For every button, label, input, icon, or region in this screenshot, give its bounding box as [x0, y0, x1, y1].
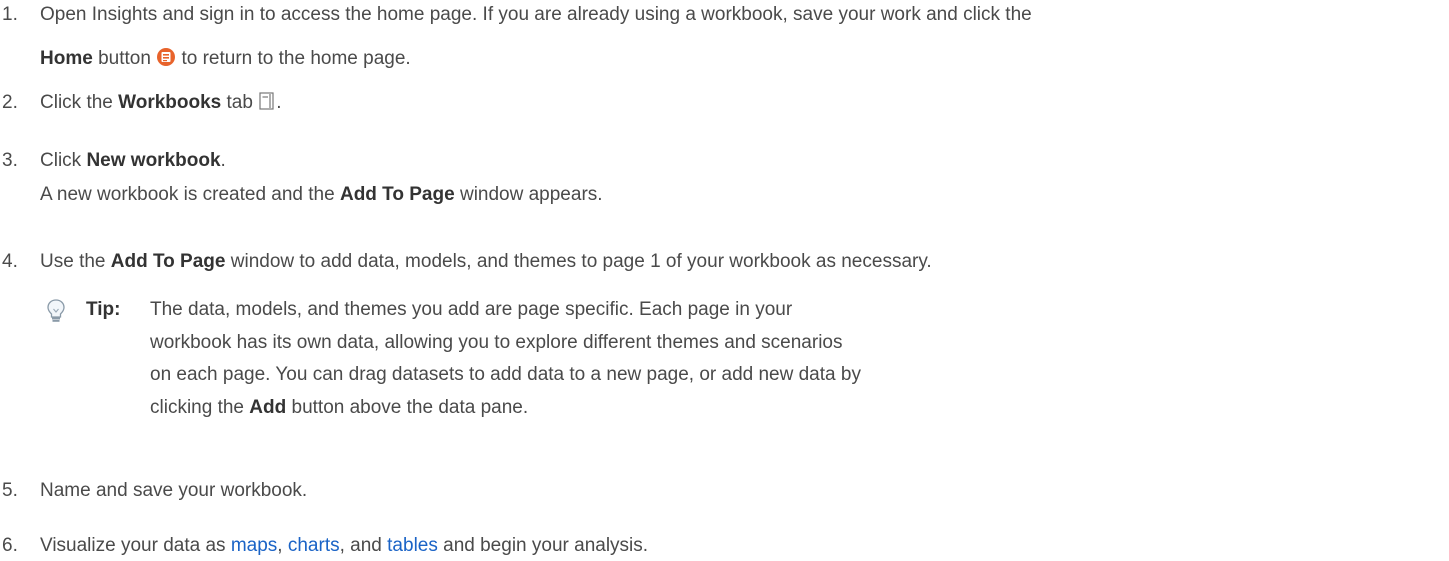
tip-line-4-post: button above the data pane. [286, 396, 529, 418]
workbooks-label: Workbooks [118, 92, 222, 113]
step-text: Click the Workbooks tab . [40, 88, 1445, 121]
new-workbook-label: New workbook [86, 150, 221, 171]
step-number: 6. [2, 535, 18, 556]
step-text: Open Insights and sign in to access the … [40, 0, 1445, 77]
step-4-text-b: window to add data, models, and themes t… [225, 251, 932, 272]
step-number: 4. [2, 251, 18, 272]
charts-link[interactable]: charts [288, 535, 340, 556]
tip-label: Tip: [86, 299, 121, 320]
step-number: 3. [2, 150, 18, 171]
step-1-text-a: button [92, 48, 157, 69]
step-text: Visualize your data as maps, charts, and… [40, 531, 1445, 561]
add-label: Add [249, 396, 287, 418]
step-text: Use the Add To Page window to add data, … [40, 247, 1445, 277]
step-3-line-2: A new workbook is created and the Add To… [40, 180, 1445, 210]
home-icon [156, 47, 176, 77]
step-3-text-b: . [220, 150, 226, 171]
tip-line-4: clicking the Add button above the data p… [150, 392, 850, 425]
step-2-text-a: Click the [40, 92, 119, 113]
step-text: Name and save your workbook. [40, 480, 308, 501]
step-number: 1. [2, 4, 18, 25]
step-3-line-1: Click New workbook. [40, 146, 1445, 176]
step-text: Click New workbook. A new workbook is cr… [40, 146, 1445, 210]
workbooks-tab-icon [258, 91, 276, 121]
tip-text: The data, models, and themes you add are… [150, 294, 861, 425]
step-number: 2. [2, 92, 18, 113]
tip-line-4-pre: clicking the [150, 396, 250, 418]
step-1-text-b: to return to the home page. [176, 48, 411, 69]
step-3-text-d: window appears. [454, 184, 603, 205]
step-6-sep-2: , and [339, 535, 388, 556]
tables-link[interactable]: tables [387, 535, 438, 556]
step-2-text-c: . [276, 92, 282, 113]
maps-link[interactable]: maps [231, 535, 277, 556]
add-to-page-label: Add To Page [339, 184, 455, 205]
step-2-text-b: tab [221, 92, 259, 113]
tip-line-1: The data, models, and themes you add are… [150, 299, 793, 320]
step-3-text-c: A new workbook is created and the [40, 184, 340, 205]
lightbulb-icon [46, 298, 66, 330]
step-number: 5. [2, 480, 18, 501]
step-6-text-b: and begin your analysis. [437, 535, 649, 556]
add-to-page-label: Add To Page [110, 251, 226, 272]
tip-line-2: workbook has its own data, allowing you … [150, 331, 843, 353]
step-3-text-a: Click [40, 150, 87, 171]
step-1-line-1: Open Insights and sign in to access the … [40, 4, 1032, 25]
tip-line-3: on each page. You can drag datasets to a… [150, 364, 861, 385]
step-1-line-2: Home button to return to the home page. [40, 44, 1445, 77]
home-label: Home [40, 48, 93, 69]
step-6-text-a: Visualize your data as [40, 535, 231, 556]
step-6-sep-1: , [277, 535, 288, 556]
instructions-page: 1. Open Insights and sign in to access t… [0, 0, 1449, 561]
step-4-text-a: Use the [40, 251, 111, 272]
